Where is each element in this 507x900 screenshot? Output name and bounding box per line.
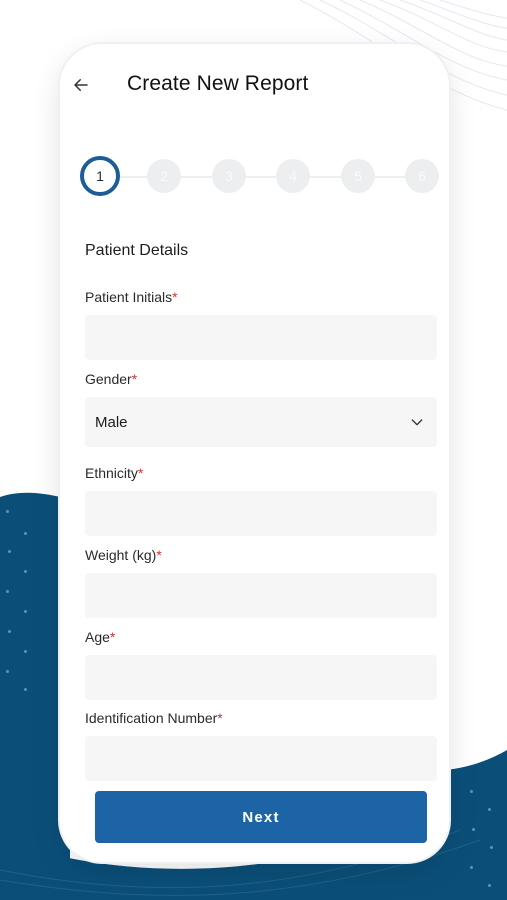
app-header: Create New Report [60,44,449,134]
step-1[interactable]: 1 [80,156,120,196]
patient-initials-input[interactable] [85,315,437,360]
step-3[interactable]: 3 [212,159,246,193]
age-label: Age* [85,629,116,645]
required-mark: * [172,289,178,305]
gender-select[interactable]: Male [85,397,437,447]
gender-selected-value: Male [95,413,128,431]
identification-number-input[interactable] [85,736,437,781]
phone-screen: Create New Report 1 2 3 4 5 6 Patient De… [60,44,449,862]
step-6[interactable]: 6 [405,159,439,193]
page-title: Create New Report [127,72,309,95]
step-4[interactable]: 4 [276,159,310,193]
step-2[interactable]: 2 [147,159,181,193]
weight-input[interactable] [85,573,437,618]
required-mark: * [131,371,138,387]
back-button[interactable] [66,70,96,100]
ethnicity-label: Ethnicity* [85,465,144,481]
required-mark: * [137,465,144,481]
background-dots [6,510,46,710]
ethnicity-input[interactable] [85,491,437,536]
section-title: Patient Details [85,242,189,259]
required-mark: * [109,629,116,645]
required-mark: * [217,710,223,726]
step-5[interactable]: 5 [341,159,375,193]
background-dots-right [470,790,506,900]
gender-label: Gender* [85,371,138,387]
identification-number-label: Identification Number* [85,710,223,726]
arrow-left-icon [74,79,88,91]
required-mark: * [156,547,162,563]
weight-label: Weight (kg)* [85,547,162,563]
next-button[interactable]: Next [95,791,427,843]
chevron-down-icon [407,412,427,432]
age-input[interactable] [85,655,437,700]
patient-initials-label: Patient Initials* [85,289,178,305]
progress-stepper: 1 2 3 4 5 6 [80,156,440,197]
